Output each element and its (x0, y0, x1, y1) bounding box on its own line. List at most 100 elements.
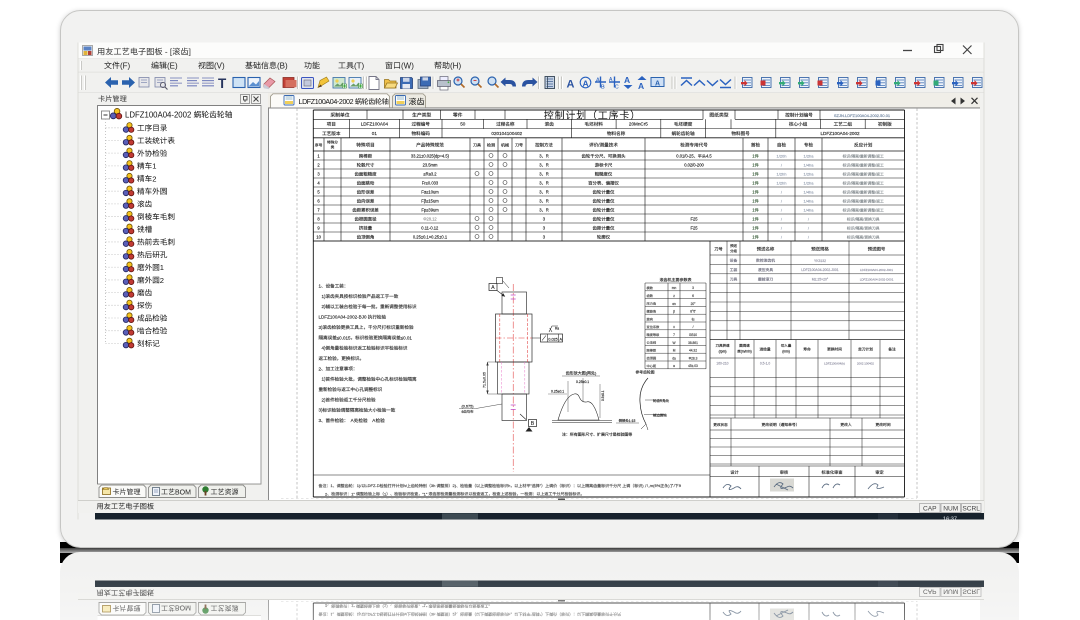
svg-text:M2.25×20°: M2.25×20° (812, 278, 829, 282)
svg-text:A: A (368, 418, 377, 423)
svg-text:A: A (638, 81, 644, 91)
svg-text:β: β (673, 310, 675, 314)
svg-text:LDFZ100A04(h): LDFZ100A04(h) (824, 362, 845, 366)
svg-text:0.25±0.1: 0.25±0.1 (576, 380, 589, 384)
svg-text:020104100402: 020104100402 (491, 131, 522, 136)
svg-text:C: C (615, 85, 619, 91)
svg-text:0.02/0-200: 0.02/0-200 (684, 163, 704, 168)
svg-text:0.025: 0.025 (548, 337, 557, 341)
svg-text:23.5mm: 23.5mm (423, 163, 438, 168)
svg-text:(E): (E) (167, 61, 178, 70)
svg-text:1: 1 (152, 162, 156, 171)
svg-text:LDFZ100A04-2002-J001: LDFZ100A04-2002-J001 (860, 268, 893, 272)
svg-text:1: 1 (160, 263, 164, 272)
svg-text:M: M (673, 349, 676, 353)
svg-text:(rpm): (rpm) (719, 349, 727, 353)
svg-text:1/4ha: 1/4ha (804, 199, 815, 204)
svg-text:(V): (V) (214, 61, 225, 70)
svg-text:F25: F25 (691, 217, 699, 222)
svg-text:(F): (F) (120, 61, 131, 70)
svg-text:50: 50 (460, 122, 466, 127)
svg-text:LDFZ100A04-2002-J001: LDFZ100A04-2002-J001 (801, 268, 838, 272)
svg-text:GB10: GB10 (689, 333, 697, 337)
svg-text:Fα≤10um: Fα≤10um (421, 190, 439, 195)
svg-text:(mm): (mm) (782, 349, 790, 353)
svg-text:160-210: 160-210 (716, 362, 728, 366)
svg-text:01: 01 (372, 131, 378, 136)
svg-text:mn: mn (672, 286, 677, 290)
svg-text:da: da (672, 356, 676, 360)
svg-text:a: a (673, 364, 675, 368)
svg-text:71.5±0.05: 71.5±0.05 (483, 372, 487, 388)
svg-text:20MnCr5: 20MnCr5 (629, 122, 648, 127)
svg-text:0.5±0.1: 0.5±0.1 (601, 390, 605, 401)
svg-text:A: A (655, 81, 660, 88)
svg-text:LDFZ100A04: LDFZ100A04 (361, 122, 389, 127)
svg-text:F25: F25 (691, 226, 699, 231)
svg-text:1/2hh: 1/2hh (777, 172, 787, 177)
svg-text:45±.03: 45±.03 (688, 364, 698, 368)
svg-text:SZJN.LDFZ100A04-2002.50.01: SZJN.LDFZ100A04-2002.50.01 (834, 113, 891, 118)
svg-text:1/20h: 1/20h (777, 154, 787, 159)
svg-text:(W): (W) (401, 61, 414, 70)
svg-text:Fβ≤15um: Fβ≤15um (421, 199, 439, 204)
svg-text:20°: 20° (691, 302, 697, 306)
svg-text:0.25±0.1×0.25±0.1: 0.25±0.1×0.25±0.1 (413, 235, 448, 240)
svg-text:,m(6%: ,m(6% (649, 483, 661, 488)
svg-text:0.01/0-25: 0.01/0-25 (676, 154, 694, 159)
svg-text:LDFZ100A04-2002-D001: LDFZ100A04-2002-D001 (860, 278, 894, 282)
svg-text:LDFZ-D: LDFZ-D (365, 483, 379, 488)
svg-text:Fp≤39um: Fp≤39um (421, 208, 439, 213)
svg-text:Ra: Ra (555, 327, 559, 331)
svg-text:SCRL: SCRL (962, 506, 980, 513)
svg-text:38.861: 38.861 (688, 341, 698, 345)
svg-text:R: R (546, 163, 549, 168)
svg-text:W: W (673, 341, 676, 345)
svg-text:10: 10 (316, 235, 321, 240)
svg-text:Φ28.3: Φ28.3 (689, 356, 698, 360)
svg-text:h: h (508, 483, 510, 488)
svg-text:T: T (218, 76, 227, 91)
svg-text:0.25±0.1: 0.25±0.1 (551, 390, 564, 394)
svg-text:2: 2 (160, 276, 164, 285)
svg-text:R: R (546, 172, 549, 177)
svg-text:): ) (642, 483, 644, 488)
svg-text:1/4ha: 1/4ha (804, 163, 815, 168)
svg-text:CAP: CAP (923, 506, 937, 513)
svg-text:1/2ha: 1/2ha (804, 172, 815, 177)
svg-text:(T): (T) (354, 61, 365, 70)
svg-text:LDFZ100A04-2002-BJ0: LDFZ100A04-2002-BJ0 (319, 315, 368, 320)
svg-text:- [: - [ (163, 48, 173, 57)
svg-text:R: R (546, 208, 549, 213)
svg-text:R: R (546, 154, 549, 159)
svg-text:A: A (583, 79, 589, 89)
svg-text:(0.675): (0.675) (462, 405, 475, 409)
svg-text:4): 4) (322, 346, 327, 351)
svg-text:1:15: 1:15 (629, 419, 636, 423)
svg-text:3): 3) (319, 408, 324, 413)
svg-text:44.32: 44.32 (689, 349, 697, 353)
svg-text:LDFZ100A04-2002: LDFZ100A04-2002 (125, 110, 193, 119)
svg-text:1/2hh: 1/2hh (777, 181, 787, 186)
svg-text:LDFZ100A04-2002: LDFZ100A04-2002 (299, 98, 355, 106)
svg-text:1): 1) (322, 377, 327, 382)
svg-text:8°6′: 8°6′ (690, 310, 696, 314)
svg-text:6: 6 (462, 410, 464, 414)
svg-text:]: ] (189, 48, 191, 57)
svg-text:R: R (546, 190, 549, 195)
svg-text:A: A (596, 78, 600, 84)
svg-text:B: B (601, 85, 605, 91)
svg-text:2): 2) (322, 397, 327, 402)
svg-text:1/2ha: 1/2ha (804, 154, 815, 159)
svg-text:4.5: 4.5 (706, 154, 712, 159)
svg-text:(m/min): (m/min) (741, 349, 752, 353)
svg-text:Φ28.12: Φ28.12 (423, 217, 437, 222)
svg-text:≤0.01: ≤0.01 (401, 335, 413, 340)
svg-text:Fr≤0.033: Fr≤0.033 (422, 181, 439, 186)
svg-text:(H): (H) (450, 61, 461, 70)
svg-text:NUM: NUM (943, 506, 958, 513)
svg-text:2002 100402: 2002 100402 (857, 362, 874, 366)
svg-text:6: 6 (692, 294, 694, 298)
svg-text:R: R (546, 181, 549, 186)
svg-text:1/4ha: 1/4ha (804, 190, 815, 195)
